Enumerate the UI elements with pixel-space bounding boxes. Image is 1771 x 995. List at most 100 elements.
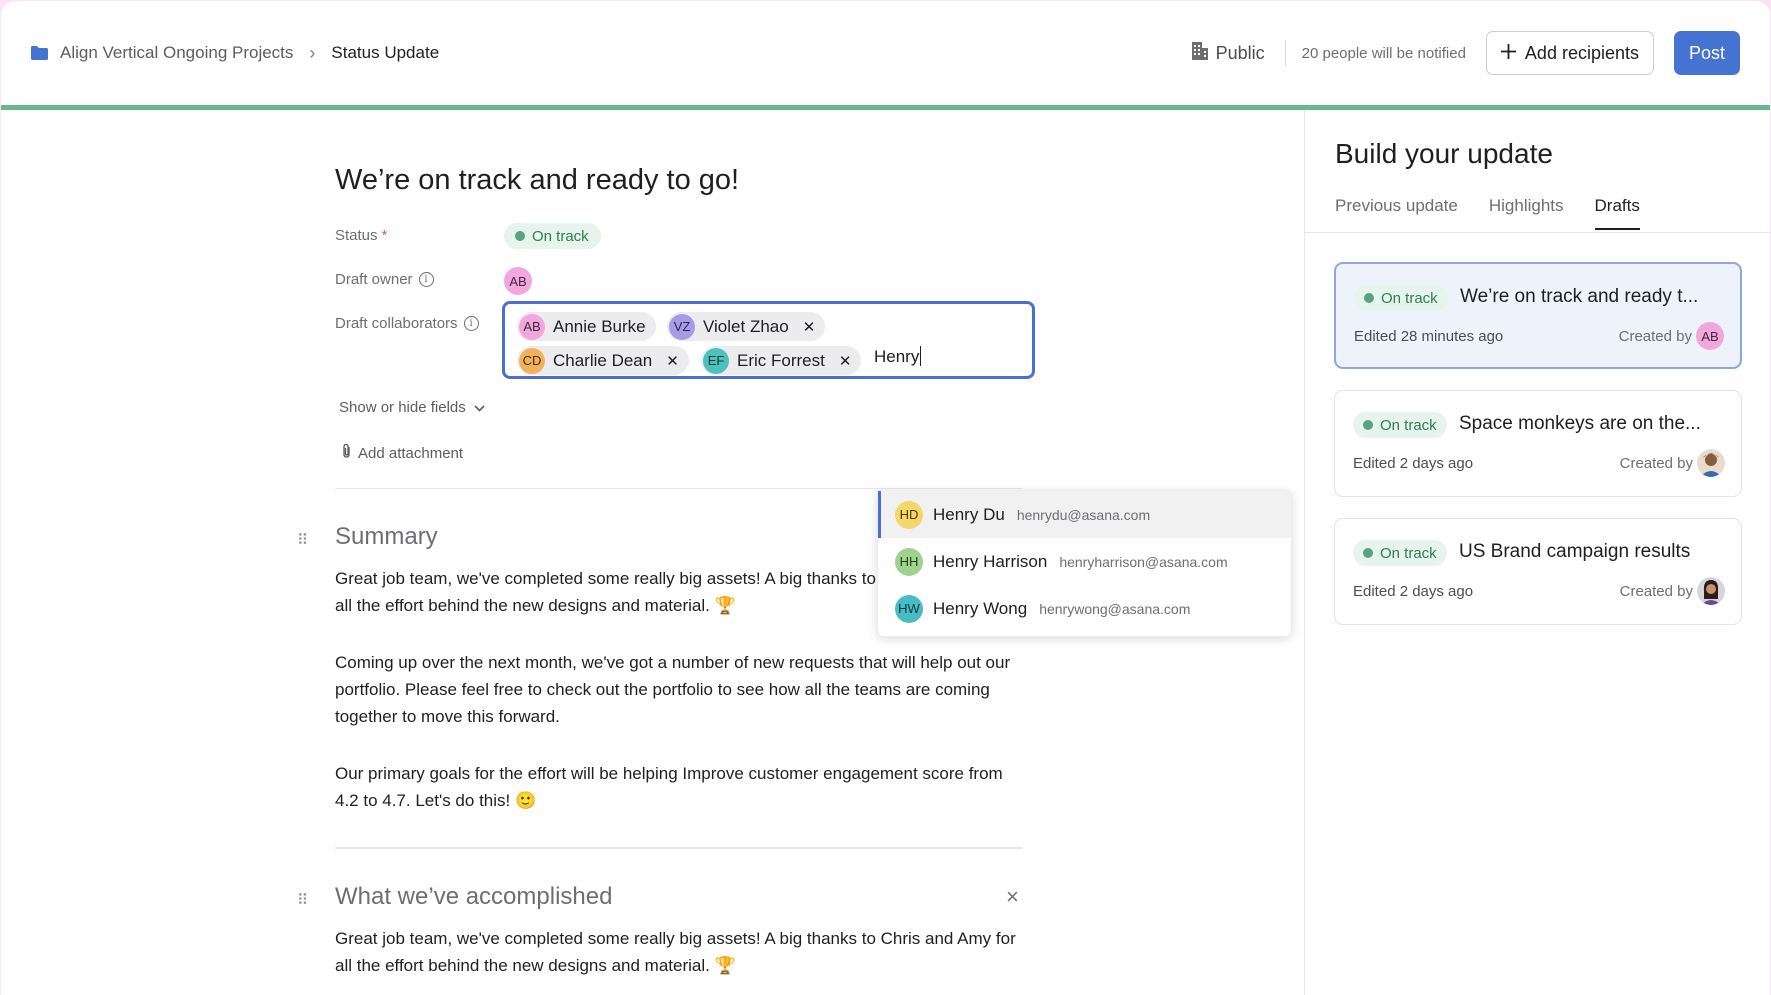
accomplished-paragraph[interactable]: Great job team, we've completed some rea… bbox=[335, 925, 1025, 979]
collaborator-chip[interactable]: VZ Violet Zhao ✕ bbox=[667, 312, 826, 341]
draft-title: We’re on track and ready t... bbox=[1460, 286, 1699, 307]
draft-owner-label: Draft owner i bbox=[335, 271, 434, 288]
show-hide-fields-toggle[interactable]: Show or hide fields bbox=[339, 399, 485, 416]
divider bbox=[335, 488, 1022, 489]
draft-title: US Brand campaign results bbox=[1459, 541, 1691, 562]
panel-title: Build your update bbox=[1335, 138, 1553, 169]
required-marker: * bbox=[381, 227, 388, 244]
draft-edited-time: Edited 2 days ago bbox=[1353, 583, 1474, 600]
suggestion-name: Henry Harrison bbox=[933, 551, 1048, 571]
breadcrumb: Align Vertical Ongoing Projects › Status… bbox=[31, 43, 439, 64]
tab-previous-update[interactable]: Previous update bbox=[1335, 196, 1458, 230]
info-icon[interactable]: i bbox=[418, 272, 434, 287]
avatar: AB bbox=[1696, 322, 1724, 350]
panel-tabs: Previous update Highlights Drafts bbox=[1335, 196, 1640, 230]
tab-highlights[interactable]: Highlights bbox=[1489, 196, 1564, 230]
collaborator-chip[interactable]: AB Annie Burke bbox=[517, 312, 656, 341]
suggestion-name: Henry Wong bbox=[933, 598, 1028, 618]
draft-card[interactable]: On track We’re on track and ready t... E… bbox=[1334, 262, 1742, 369]
drag-handle-icon[interactable]: ⠿ bbox=[297, 891, 308, 909]
divider bbox=[335, 847, 1022, 849]
status-badge[interactable]: On track bbox=[504, 223, 601, 249]
section-title-summary[interactable]: Summary bbox=[335, 523, 438, 551]
avatar: CD bbox=[519, 347, 545, 374]
suggestion-name: Henry Du bbox=[933, 504, 1005, 524]
add-recipients-button[interactable]: Add recipients bbox=[1485, 31, 1654, 75]
close-icon[interactable]: × bbox=[1006, 884, 1019, 910]
status-badge: On track bbox=[1353, 412, 1447, 438]
typed-query: Henry bbox=[874, 347, 920, 366]
collaborator-chip[interactable]: EF Eric Forrest ✕ bbox=[701, 346, 862, 375]
collaborator-chip[interactable]: CD Charlie Dean ✕ bbox=[517, 346, 689, 375]
draft-card[interactable]: On track US Brand campaign results Edite… bbox=[1334, 518, 1742, 625]
build-update-panel: Build your update Previous update Highli… bbox=[1304, 110, 1770, 995]
drag-handle-icon[interactable]: ⠿ bbox=[297, 531, 308, 549]
draft-collaborators-label-text: Draft collaborators bbox=[335, 315, 458, 332]
draft-created-by-label: Created by bbox=[1618, 328, 1692, 345]
avatar: HD bbox=[895, 500, 923, 529]
status-dot-icon bbox=[1363, 420, 1373, 430]
collaborator-name: Annie Burke bbox=[553, 316, 646, 336]
breadcrumb-project-link[interactable]: Align Vertical Ongoing Projects bbox=[60, 43, 293, 63]
remove-chip-icon[interactable]: ✕ bbox=[666, 352, 679, 370]
status-dot-icon bbox=[1363, 548, 1373, 558]
update-editor: We’re on track and ready to go! Status * … bbox=[1, 110, 1304, 995]
remove-chip-icon[interactable]: ✕ bbox=[839, 352, 852, 370]
draft-edited-time: Edited 28 minutes ago bbox=[1354, 328, 1504, 345]
collaborator-search-text[interactable]: Henry bbox=[874, 346, 922, 367]
tab-drafts[interactable]: Drafts bbox=[1594, 196, 1640, 230]
avatar: VZ bbox=[669, 313, 695, 340]
divider bbox=[1284, 40, 1286, 66]
visibility-label: Public bbox=[1215, 42, 1265, 63]
paperclip-icon bbox=[341, 443, 352, 463]
draft-card[interactable]: On track Space monkeys are on the... Edi… bbox=[1334, 390, 1742, 497]
update-title[interactable]: We’re on track and ready to go! bbox=[335, 164, 739, 197]
divider bbox=[1305, 232, 1770, 233]
suggestion-item[interactable]: HH Henry Harrison henryharrison@asana.co… bbox=[878, 538, 1291, 585]
status-value: On track bbox=[1380, 416, 1437, 434]
add-attachment-button[interactable]: Add attachment bbox=[341, 443, 463, 463]
summary-paragraph[interactable]: Coming up over the next month, we've got… bbox=[335, 649, 1025, 730]
suggestion-item[interactable]: HW Henry Wong henrywong@asana.com bbox=[878, 585, 1291, 632]
status-label-text: Status bbox=[335, 227, 378, 244]
remove-chip-icon[interactable]: ✕ bbox=[803, 318, 816, 336]
chevron-right-icon: › bbox=[309, 42, 316, 63]
top-bar: Align Vertical Ongoing Projects › Status… bbox=[1, 1, 1770, 105]
collaborators-input[interactable]: AB Annie Burke VZ Violet Zhao ✕ CD Charl… bbox=[502, 301, 1035, 379]
app-window: Align Vertical Ongoing Projects › Status… bbox=[1, 1, 1770, 995]
collaborator-name: Charlie Dean bbox=[553, 350, 653, 370]
text-caret bbox=[920, 346, 922, 366]
draft-edited-time: Edited 2 days ago bbox=[1353, 455, 1474, 472]
suggestion-email: henryharrison@asana.com bbox=[1059, 553, 1228, 570]
folder-icon bbox=[31, 46, 48, 60]
avatar: EF bbox=[703, 347, 729, 374]
status-value: On track bbox=[1380, 544, 1437, 562]
status-badge: On track bbox=[1353, 540, 1447, 566]
avatar: AB bbox=[519, 313, 545, 340]
visibility-toggle[interactable]: Public bbox=[1191, 41, 1265, 65]
building-icon bbox=[1191, 41, 1208, 65]
collaborator-name: Eric Forrest bbox=[737, 350, 825, 370]
avatar bbox=[1697, 577, 1725, 605]
collaborator-suggestions-dropdown: HD Henry Du henrydu@asana.com HH Henry H… bbox=[877, 490, 1292, 637]
suggestion-item[interactable]: HD Henry Du henrydu@asana.com bbox=[878, 491, 1291, 538]
status-value: On track bbox=[1381, 289, 1438, 307]
info-icon[interactable]: i bbox=[463, 316, 479, 331]
avatar: HH bbox=[895, 547, 923, 576]
plus-icon bbox=[1500, 43, 1516, 64]
post-button[interactable]: Post bbox=[1674, 31, 1740, 75]
breadcrumb-current: Status Update bbox=[331, 43, 440, 62]
summary-paragraph[interactable]: Our primary goals for the effort will be… bbox=[335, 760, 1025, 814]
show-hide-fields-label: Show or hide fields bbox=[339, 399, 466, 416]
collaborator-name: Violet Zhao bbox=[703, 316, 789, 336]
draft-owner-avatar[interactable]: AB bbox=[504, 267, 532, 295]
draft-owner-label-text: Draft owner bbox=[335, 271, 413, 288]
avatar: HW bbox=[895, 594, 923, 623]
draft-created-by-label: Created by bbox=[1619, 583, 1693, 600]
add-recipients-label: Add recipients bbox=[1524, 42, 1639, 63]
suggestion-email: henrydu@asana.com bbox=[1016, 506, 1151, 523]
chevron-down-icon bbox=[474, 399, 485, 416]
avatar bbox=[1697, 449, 1725, 477]
status-dot-icon bbox=[1364, 293, 1374, 303]
section-title-accomplished[interactable]: What we’ve accomplished bbox=[335, 883, 612, 911]
